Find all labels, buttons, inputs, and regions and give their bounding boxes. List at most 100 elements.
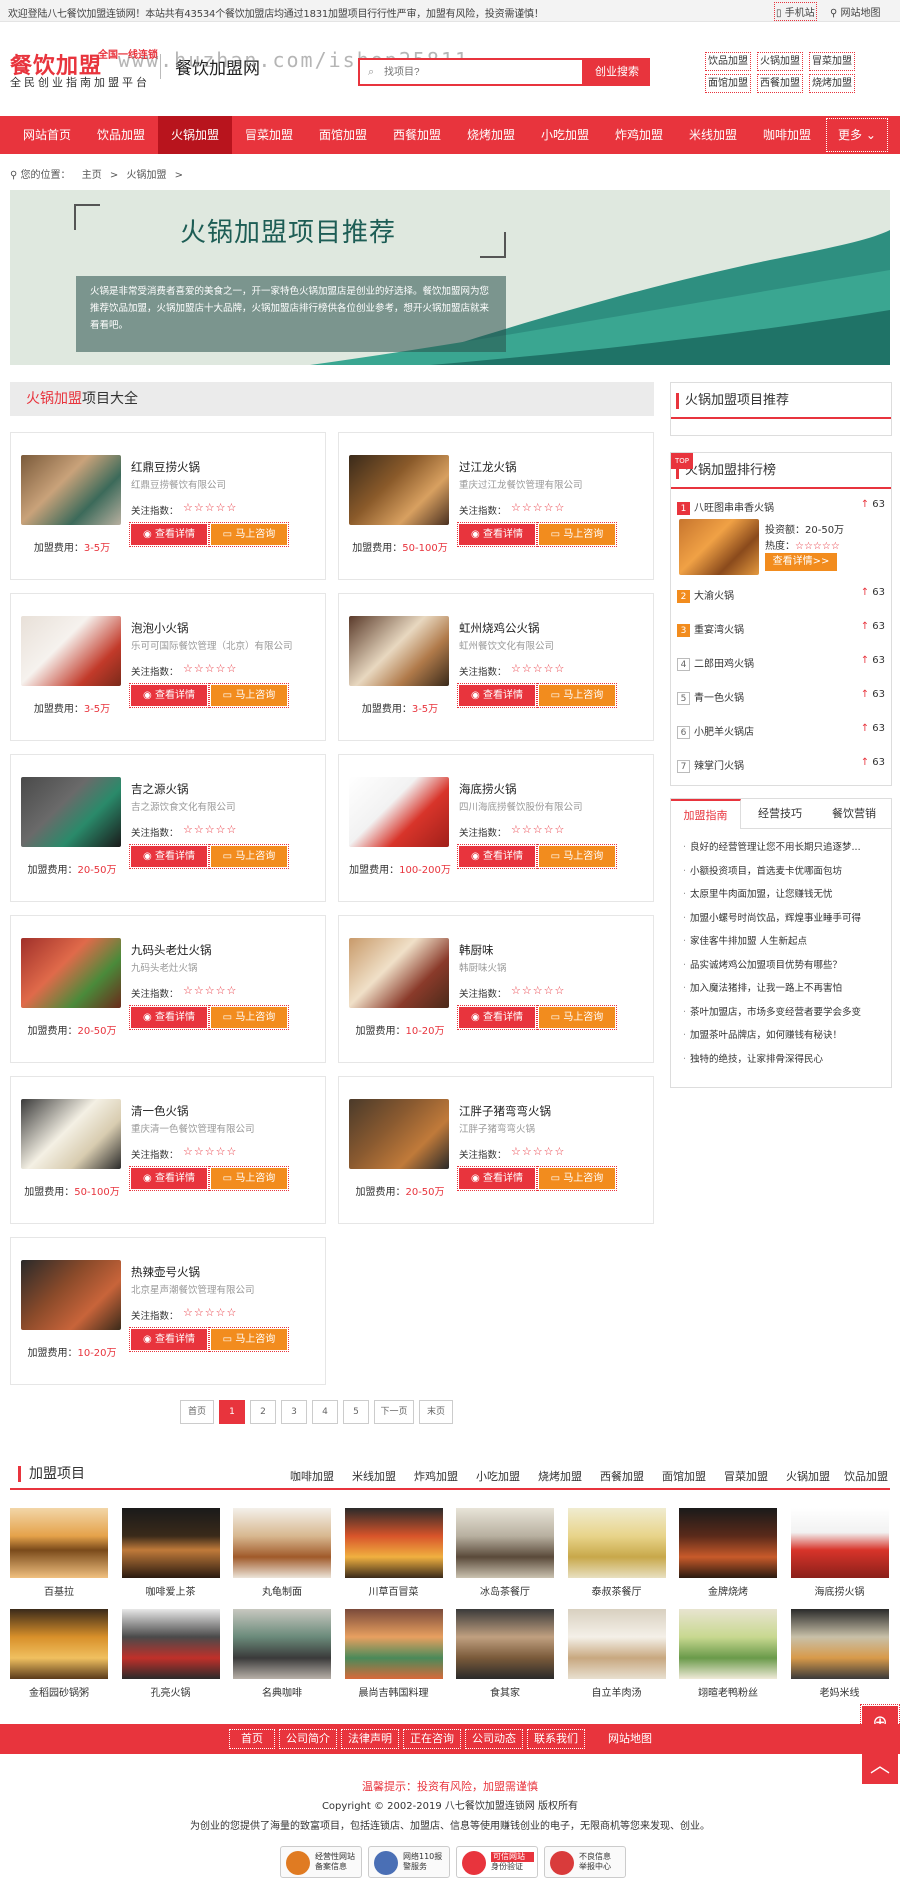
tab-marketing[interactable]: 餐饮营销: [819, 799, 889, 829]
project-thumbnail[interactable]: [349, 616, 449, 686]
join-tile[interactable]: 咖啡爱上茶: [121, 1508, 220, 1598]
project-name[interactable]: 虹州烧鸡公火锅: [459, 620, 540, 636]
news-item[interactable]: 加盟茶叶品牌店，如何赚钱有秘诀！: [683, 1027, 883, 1041]
join-tile[interactable]: 食其家: [456, 1609, 554, 1699]
search-input[interactable]: [360, 60, 540, 84]
project-thumbnail[interactable]: [349, 777, 449, 847]
project-thumbnail[interactable]: [349, 1099, 449, 1169]
view-detail-button[interactable]: ◉ 查看详情: [457, 844, 537, 869]
news-item[interactable]: 家佳客牛排加盟 人生新起点: [683, 933, 883, 947]
join-tile[interactable]: 孔亮火锅: [121, 1609, 220, 1699]
join-tile-image[interactable]: [790, 1609, 889, 1679]
join-category-link[interactable]: 咖啡加盟: [290, 1468, 334, 1484]
join-tile[interactable]: 晨尚吉韩国料理: [344, 1609, 443, 1699]
nav-item-noodles[interactable]: 面馆加盟: [306, 116, 380, 154]
consult-button[interactable]: ▭ 马上咨询: [209, 683, 289, 708]
news-item[interactable]: 加盟小螺号时尚饮品，辉煌事业睡手可得: [683, 910, 883, 924]
nav-item-chicken[interactable]: 炸鸡加盟: [602, 116, 676, 154]
search-button[interactable]: 创业搜索: [584, 58, 650, 86]
page-link[interactable]: 2: [250, 1400, 276, 1424]
rank-item[interactable]: 5 青一色火锅: [677, 689, 744, 705]
project-name[interactable]: 过江龙火锅: [459, 459, 517, 475]
page-link[interactable]: 首页: [180, 1400, 214, 1424]
join-tile[interactable]: 泰叔茶餐厅: [567, 1508, 666, 1598]
hot-link[interactable]: 火锅加盟: [757, 52, 803, 71]
join-category-link[interactable]: 米线加盟: [352, 1468, 396, 1484]
join-tile-image[interactable]: [679, 1609, 777, 1679]
join-tile-image[interactable]: [10, 1508, 108, 1578]
join-category-link[interactable]: 冒菜加盟: [724, 1468, 768, 1484]
consult-button[interactable]: ▭ 马上咨询: [209, 844, 289, 869]
project-name[interactable]: 红鼎豆捞火锅: [131, 459, 200, 475]
project-name[interactable]: 海底捞火锅: [459, 781, 517, 797]
nav-item-maocai[interactable]: 冒菜加盟: [232, 116, 306, 154]
nav-item-snacks[interactable]: 小吃加盟: [528, 116, 602, 154]
news-item[interactable]: 茶叶加盟店，市场多变经营者要学会多变: [683, 1004, 883, 1018]
consult-button[interactable]: ▭ 马上咨询: [537, 1005, 617, 1030]
nav-item-drinks[interactable]: 饮品加盟: [84, 116, 158, 154]
project-name[interactable]: 江胖子猪弯弯火锅: [459, 1103, 551, 1119]
view-detail-button[interactable]: ◉ 查看详情: [457, 1166, 537, 1191]
rank-top-detail-button[interactable]: 查看详情>>: [765, 553, 837, 571]
nav-item-hotpot[interactable]: 火锅加盟: [158, 116, 232, 154]
rank-item[interactable]: 2 大渝火锅: [677, 587, 734, 603]
join-tile-image[interactable]: [233, 1609, 331, 1679]
consult-button[interactable]: ▭ 马上咨询: [209, 1327, 289, 1352]
join-tile-image[interactable]: [344, 1508, 443, 1578]
project-thumbnail[interactable]: [21, 938, 121, 1008]
join-tile-image[interactable]: [121, 1609, 220, 1679]
rank-item[interactable]: 4 二郎田鸡火锅: [677, 655, 754, 671]
join-tile-image[interactable]: [456, 1609, 554, 1679]
join-tile[interactable]: 丸龟制面: [233, 1508, 331, 1598]
project-name[interactable]: 热辣壶号火锅: [131, 1264, 200, 1280]
badge-police[interactable]: 网络110报 警服务: [368, 1846, 450, 1878]
join-category-link[interactable]: 小吃加盟: [476, 1468, 520, 1484]
hot-link[interactable]: 饮品加盟: [705, 52, 751, 71]
view-detail-button[interactable]: ◉ 查看详情: [457, 683, 537, 708]
footer-link-contact[interactable]: 联系我们: [527, 1729, 585, 1749]
project-thumbnail[interactable]: [21, 1260, 121, 1330]
view-detail-button[interactable]: ◉ 查看详情: [457, 522, 537, 547]
rank-item[interactable]: 7 辣掌门火锅: [677, 757, 744, 773]
news-item[interactable]: 太原里牛肉面加盟，让您赚钱无忧: [683, 886, 883, 900]
join-category-link[interactable]: 面馆加盟: [662, 1468, 706, 1484]
join-tile[interactable]: 翊暄老鸭粉丝: [679, 1609, 777, 1699]
page-link[interactable]: 4: [312, 1400, 338, 1424]
footer-link-about[interactable]: 公司简介: [279, 1729, 337, 1749]
view-detail-button[interactable]: ◉ 查看详情: [129, 1005, 209, 1030]
mobile-site-link[interactable]: ▯ 手机站: [774, 2, 817, 21]
tab-tips[interactable]: 经营技巧: [745, 799, 815, 829]
join-tile[interactable]: 川草百冒菜: [344, 1508, 443, 1598]
news-item[interactable]: 加入魔法猪排，让我一路上不再害怕: [683, 980, 883, 994]
tab-guide[interactable]: 加盟指南: [671, 799, 741, 829]
page-link[interactable]: 1: [219, 1400, 245, 1424]
project-name[interactable]: 九码头老灶火锅: [131, 942, 212, 958]
project-thumbnail[interactable]: [349, 938, 449, 1008]
join-category-link[interactable]: 西餐加盟: [600, 1468, 644, 1484]
join-category-link[interactable]: 火锅加盟: [786, 1468, 830, 1484]
news-item[interactable]: 独特的绝技，让家排骨深得民心: [683, 1051, 883, 1065]
hot-link[interactable]: 面馆加盟: [705, 74, 751, 93]
join-category-link[interactable]: 饮品加盟: [844, 1468, 888, 1484]
badge-trusted[interactable]: 可信网站 身份验证: [456, 1846, 538, 1878]
news-item[interactable]: 小额投资项目，首选麦卡优哪面包坊: [683, 863, 883, 877]
footer-link-legal[interactable]: 法律声明: [341, 1729, 399, 1749]
consult-button[interactable]: ▭ 马上咨询: [209, 1005, 289, 1030]
news-item[interactable]: 良好的经营管理让您不用长期只追逐梦...: [683, 839, 883, 853]
join-tile-image[interactable]: [679, 1508, 777, 1578]
consult-button[interactable]: ▭ 马上咨询: [537, 1166, 617, 1191]
join-tile-image[interactable]: [567, 1609, 666, 1679]
rank-top-thumbnail[interactable]: [679, 519, 759, 575]
project-name[interactable]: 泡泡小火锅: [131, 620, 189, 636]
join-category-link[interactable]: 炸鸡加盟: [414, 1468, 458, 1484]
join-tile[interactable]: 金稻园砂锅粥: [10, 1609, 108, 1699]
view-detail-button[interactable]: ◉ 查看详情: [129, 844, 209, 869]
view-detail-button[interactable]: ◉ 查看详情: [457, 1005, 537, 1030]
join-tile[interactable]: 老妈米线: [790, 1609, 889, 1699]
join-category-link[interactable]: 烧烤加盟: [538, 1468, 582, 1484]
join-tile[interactable]: 名典咖啡: [233, 1609, 331, 1699]
page-link[interactable]: 末页: [419, 1400, 453, 1424]
join-tile[interactable]: 冰岛茶餐厅: [456, 1508, 554, 1598]
join-tile-image[interactable]: [567, 1508, 666, 1578]
project-thumbnail[interactable]: [349, 455, 449, 525]
